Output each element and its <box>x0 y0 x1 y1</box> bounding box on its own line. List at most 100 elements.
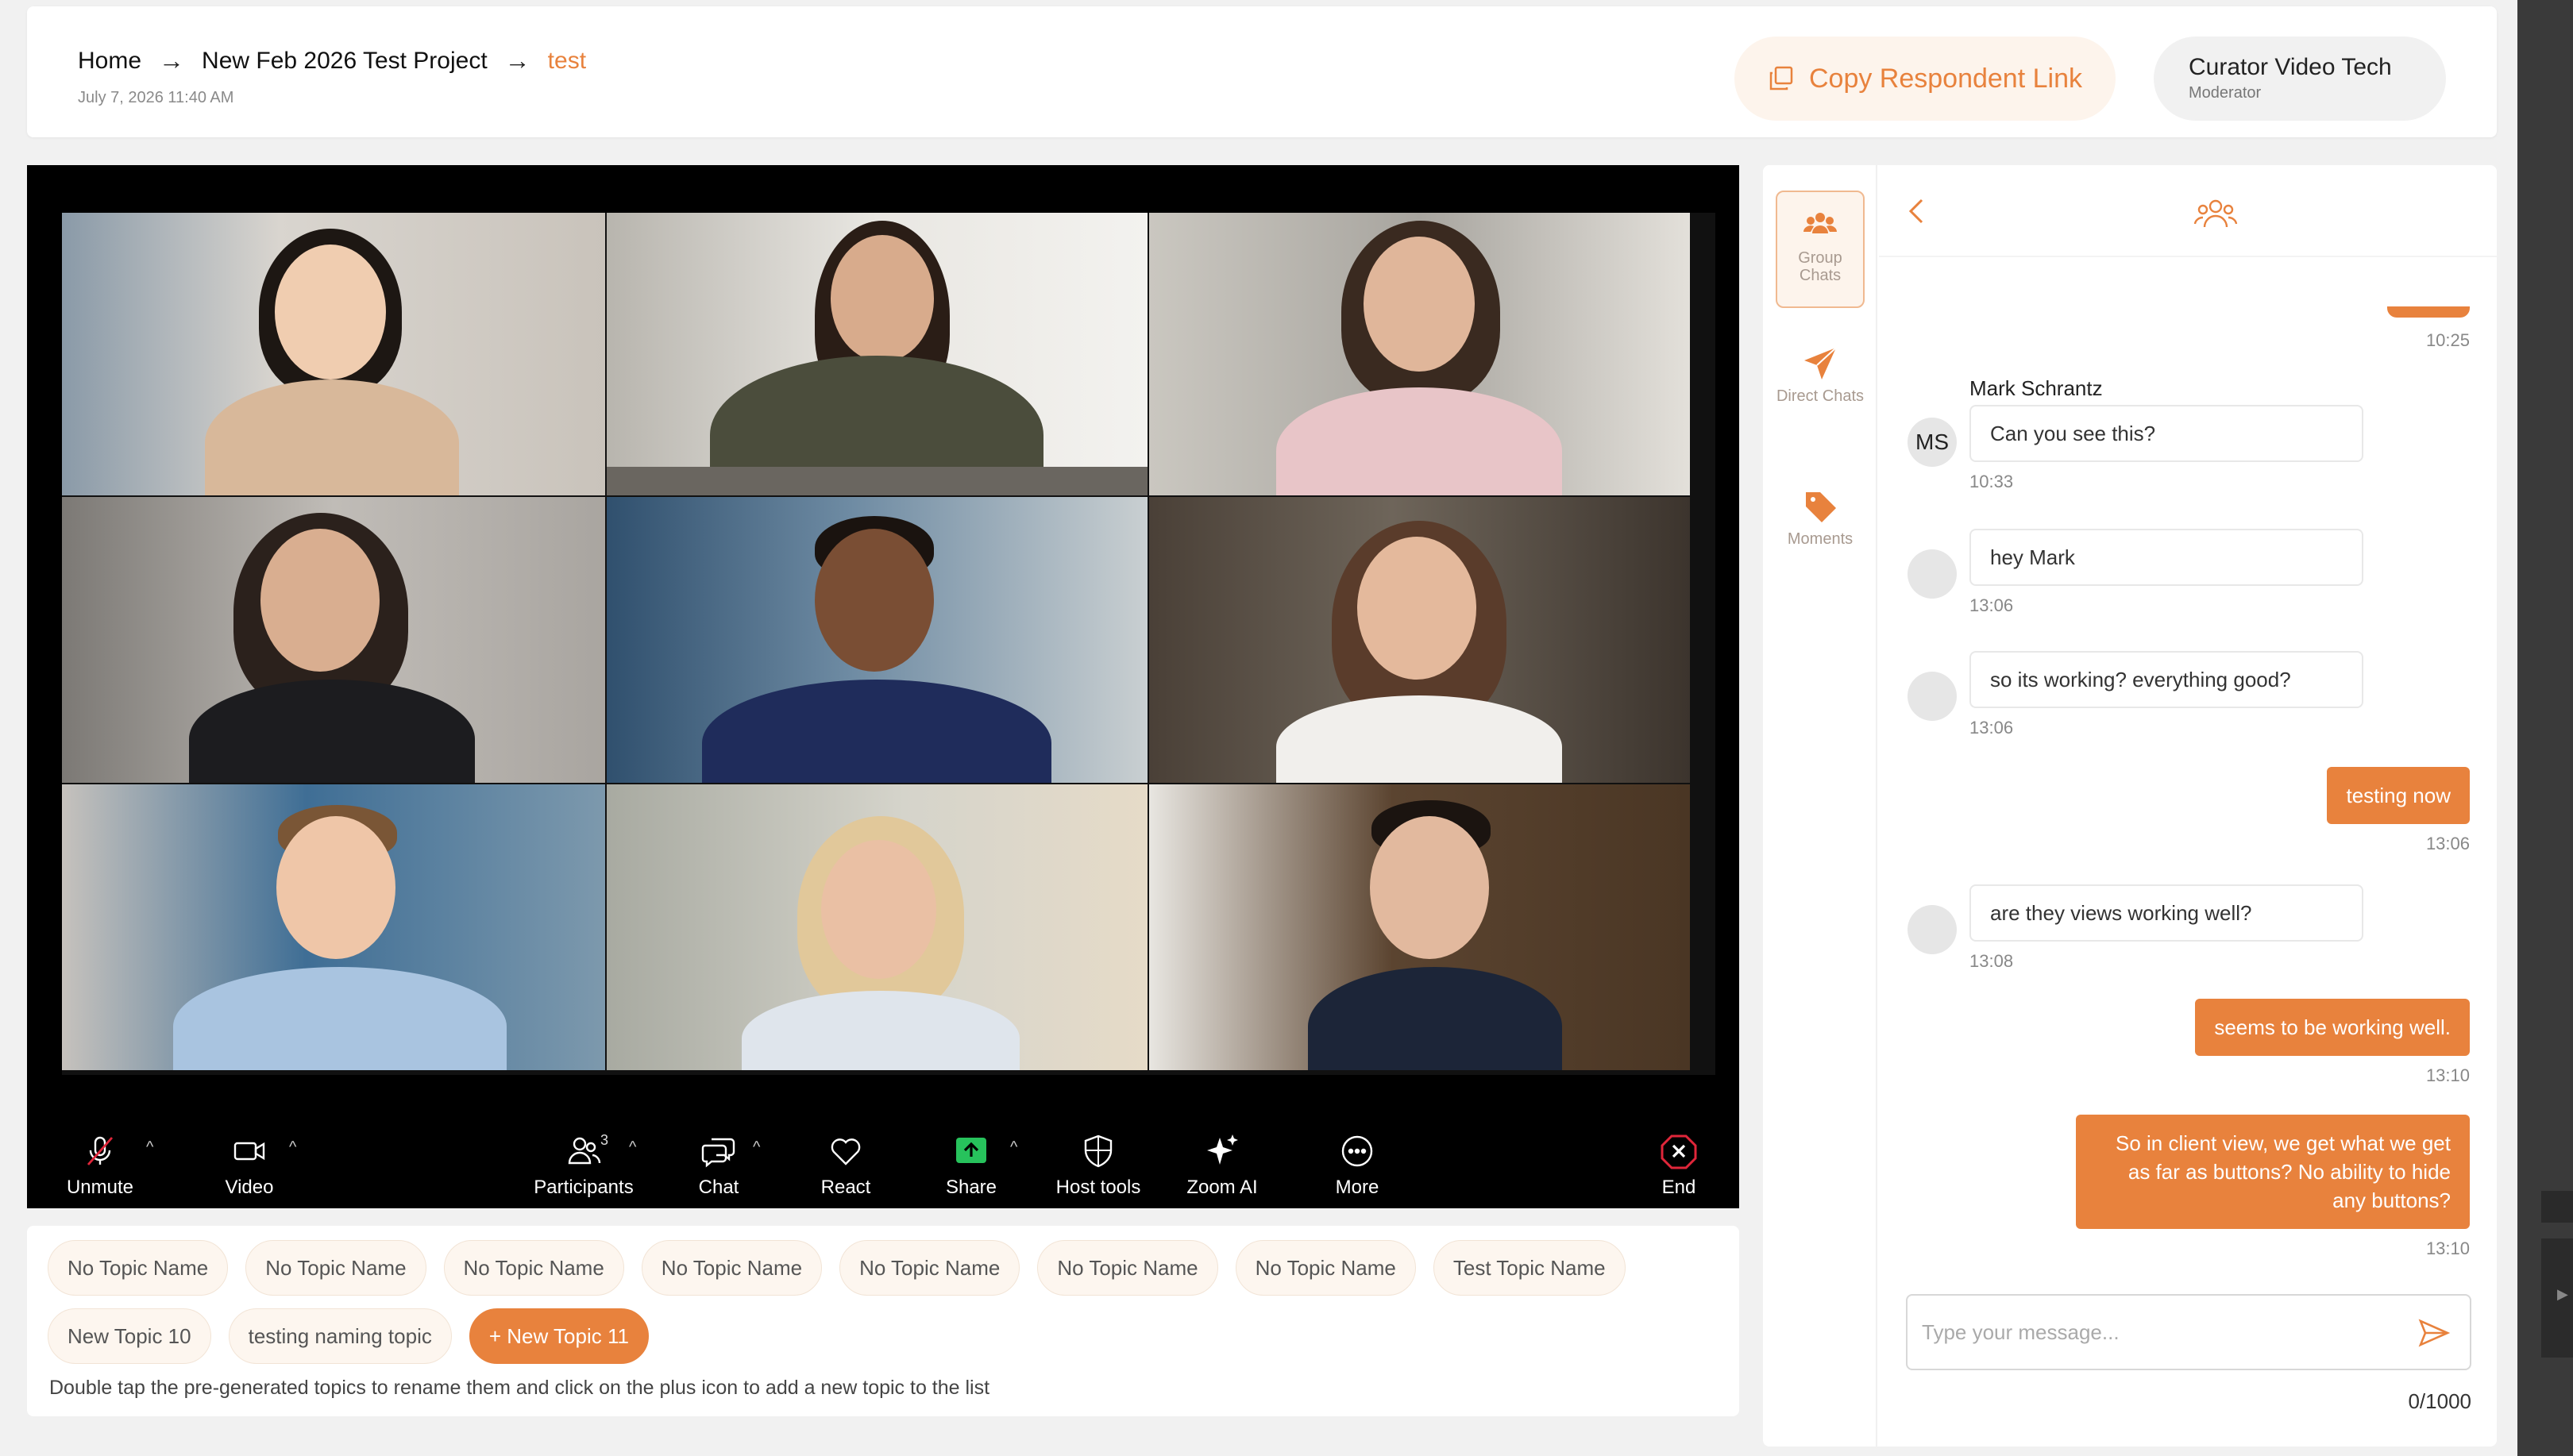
video-tile[interactable] <box>607 213 1148 495</box>
copy-icon <box>1768 65 1795 92</box>
background-block <box>2541 1191 2573 1223</box>
group-chats-label: Group Chats <box>1798 249 1842 284</box>
chevron-up-icon[interactable]: ^ <box>146 1138 153 1157</box>
message-bubble: hey Mark <box>1969 529 2363 586</box>
message-time: 10:25 <box>2425 330 2470 350</box>
zoom-ai-button[interactable]: Zoom AI <box>1178 1131 1266 1199</box>
new-topic-button[interactable]: + New Topic 11 <box>469 1308 649 1364</box>
message-bubble: testing now <box>2327 767 2470 824</box>
sparkle-icon <box>1178 1131 1266 1172</box>
moderator-role: Moderator <box>2189 84 2262 102</box>
video-tile[interactable] <box>62 213 605 495</box>
end-call-icon <box>1647 1131 1711 1172</box>
video-grid <box>62 213 1715 1075</box>
message-time: 13:06 <box>2425 834 2470 853</box>
share-screen-icon <box>935 1131 1007 1172</box>
message-outgoing: testing now 13:06 <box>2327 767 2470 854</box>
message-input[interactable] <box>1922 1313 2382 1351</box>
copy-link-label: Copy Respondent Link <box>1808 63 2082 94</box>
video-tile[interactable] <box>1149 784 1690 1070</box>
react-label: React <box>820 1177 871 1198</box>
chat-sidebar: Group Chats Direct Chats Moments <box>1763 165 1877 1446</box>
video-tile[interactable] <box>1149 497 1690 783</box>
participants-button[interactable]: Participants <box>524 1131 643 1199</box>
topics-panel: No Topic Name No Topic Name No Topic Nam… <box>27 1226 1739 1416</box>
group-members-icon[interactable] <box>2193 195 2238 234</box>
topics-row: No Topic Name No Topic Name No Topic Nam… <box>48 1240 1626 1296</box>
video-tile[interactable] <box>1149 213 1690 495</box>
message-bubble-partial <box>2387 306 2470 318</box>
moments-tab[interactable]: Moments <box>1776 487 1865 575</box>
paper-plane-icon <box>1804 347 1837 379</box>
topic-pill[interactable]: No Topic Name <box>839 1240 1020 1296</box>
message-bubble: so its working? everything good? <box>1969 651 2363 708</box>
message-bubble: seems to be working well. <box>2195 999 2470 1056</box>
topic-pill[interactable]: No Topic Name <box>245 1240 426 1296</box>
copy-respondent-link-button[interactable]: Copy Respondent Link <box>1734 37 2116 121</box>
video-button[interactable]: Video <box>211 1131 287 1199</box>
breadcrumb-home[interactable]: Home <box>78 48 141 75</box>
send-button[interactable] <box>2417 1316 2451 1354</box>
message-time: 10:33 <box>1969 472 2014 491</box>
participants-label: Participants <box>534 1177 634 1198</box>
chat-header <box>1879 165 2497 257</box>
chat-bubbles-icon <box>683 1131 754 1172</box>
end-label: End <box>1661 1177 1696 1198</box>
chat-button[interactable]: Chat <box>683 1131 754 1199</box>
chat-main: 10:25 Mark Schrantz MS Can you see this?… <box>1879 165 2497 1446</box>
message-outgoing: So in client view, we get what we get as… <box>2076 1115 2470 1259</box>
chevron-up-icon[interactable]: ^ <box>629 1138 636 1157</box>
message-bubble: Can you see this? <box>1969 405 2363 462</box>
chevron-up-icon[interactable]: ^ <box>1010 1138 1017 1157</box>
video-tile[interactable] <box>62 497 605 783</box>
group-chats-tab[interactable]: Group Chats <box>1776 191 1865 308</box>
topic-pill[interactable]: New Topic 10 <box>48 1308 211 1364</box>
topic-pill[interactable]: No Topic Name <box>641 1240 823 1296</box>
breadcrumb-project[interactable]: New Feb 2026 Test Project <box>202 48 488 75</box>
unmute-label: Unmute <box>66 1177 134 1198</box>
avatar <box>1908 905 1957 954</box>
chevron-left-icon <box>1908 198 1923 224</box>
more-dots-icon <box>1321 1131 1393 1172</box>
video-camera-icon <box>211 1131 287 1172</box>
participants-count: 3 <box>600 1132 609 1148</box>
back-button[interactable] <box>1903 195 1931 231</box>
moderator-badge[interactable]: Curator Video Tech Moderator <box>2154 37 2446 121</box>
unmute-button[interactable]: Unmute <box>62 1131 138 1199</box>
message-sender: Mark Schrantz <box>1969 376 2103 400</box>
app-window: Home → New Feb 2026 Test Project → test … <box>0 0 2517 1456</box>
breadcrumb-arrow-icon: → <box>159 46 185 75</box>
chat-panel: Group Chats Direct Chats Moments 10:25 M… <box>1763 165 2497 1446</box>
host-tools-button[interactable]: Host tools <box>1047 1131 1150 1199</box>
topic-pill[interactable]: No Topic Name <box>1037 1240 1218 1296</box>
chevron-up-icon[interactable]: ^ <box>289 1138 296 1157</box>
video-tile[interactable] <box>607 497 1148 783</box>
host-tools-label: Host tools <box>1055 1177 1141 1198</box>
topic-pill[interactable]: No Topic Name <box>1235 1240 1416 1296</box>
character-count: 0/1000 <box>2408 1389 2471 1413</box>
message-bubble: are they views working well? <box>1969 884 2363 942</box>
video-tile[interactable] <box>62 784 605 1070</box>
react-button[interactable]: React <box>810 1131 881 1199</box>
message-time: 13:10 <box>2425 1238 2470 1258</box>
breadcrumb: Home → New Feb 2026 Test Project → test <box>78 46 586 75</box>
heart-icon <box>810 1131 881 1172</box>
video-panel: Unmute ^ Video ^ Participants 3 ^ Chat ^… <box>27 165 1739 1208</box>
topic-pill[interactable]: testing naming topic <box>228 1308 452 1364</box>
video-tile[interactable] <box>607 784 1148 1070</box>
message-bubble: So in client view, we get what we get as… <box>2076 1115 2470 1229</box>
topics-row: New Topic 10 testing naming topic + New … <box>48 1308 649 1364</box>
zoom-ai-label: Zoom AI <box>1186 1177 1258 1198</box>
participants-icon <box>524 1131 643 1172</box>
direct-chats-label: Direct Chats <box>1776 387 1865 405</box>
topics-hint: Double tap the pre-generated topics to r… <box>49 1377 990 1399</box>
more-button[interactable]: More <box>1321 1131 1393 1199</box>
topic-pill[interactable]: No Topic Name <box>443 1240 624 1296</box>
direct-chats-tab[interactable]: Direct Chats <box>1776 345 1865 448</box>
chevron-up-icon[interactable]: ^ <box>753 1138 760 1157</box>
message-time: 13:06 <box>1969 595 2014 615</box>
topic-pill[interactable]: No Topic Name <box>48 1240 229 1296</box>
topic-pill[interactable]: Test Topic Name <box>1433 1240 1626 1296</box>
end-button[interactable]: End <box>1647 1131 1711 1199</box>
share-button[interactable]: Share <box>935 1131 1007 1199</box>
